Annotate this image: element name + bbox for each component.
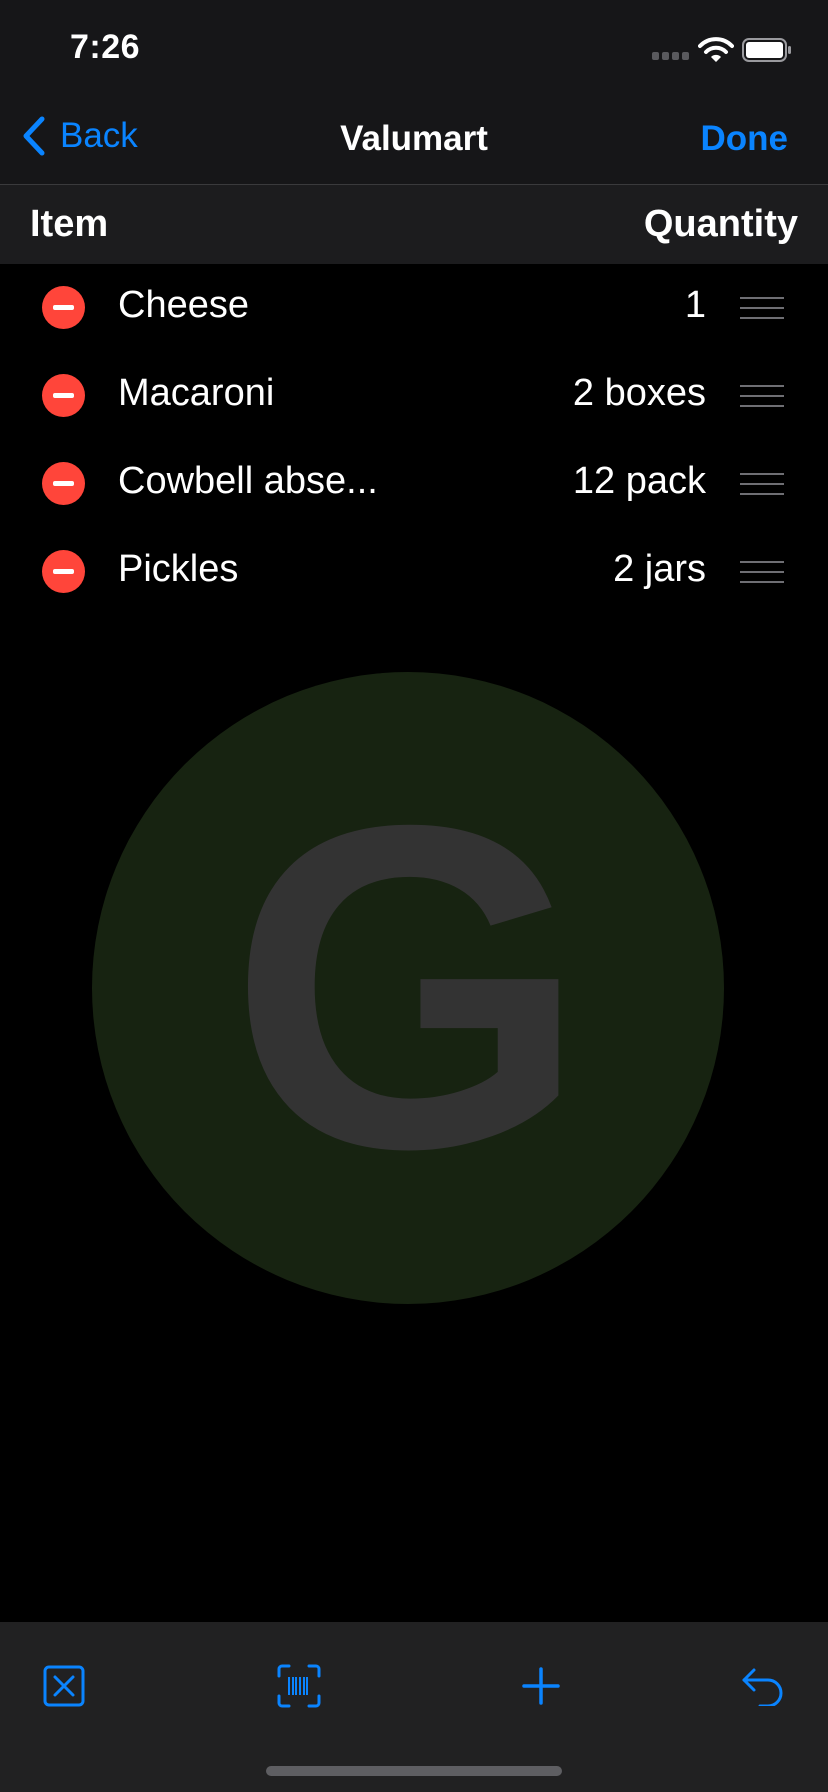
store-logo-watermark: G — [92, 672, 724, 1304]
item-name: Pickles — [118, 548, 239, 590]
clear-list-icon — [43, 1665, 85, 1707]
barcode-scan-icon — [277, 1664, 321, 1708]
item-quantity: 12 pack — [572, 460, 706, 502]
status-time: 7:26 — [70, 28, 141, 66]
cellular-signal-icon — [652, 52, 692, 62]
add-item-button[interactable] — [513, 1658, 569, 1714]
reorder-handle-icon[interactable] — [740, 561, 784, 583]
delete-icon[interactable] — [42, 550, 85, 593]
navigation-bar: Back Valumart Done — [0, 94, 828, 185]
add-icon — [522, 1667, 560, 1705]
item-name: Cheese — [118, 284, 249, 326]
scan-barcode-button[interactable] — [271, 1658, 327, 1714]
battery-icon — [742, 38, 792, 62]
item-name: Cowbell abse... — [118, 460, 378, 502]
home-indicator[interactable] — [266, 1766, 562, 1776]
column-header-quantity: Quantity — [643, 203, 798, 245]
done-button[interactable]: Done — [701, 119, 789, 159]
list-item[interactable]: Macaroni 2 boxes — [0, 352, 828, 440]
reorder-handle-icon[interactable] — [740, 473, 784, 495]
wifi-icon — [698, 36, 734, 64]
item-quantity: 2 boxes — [572, 372, 706, 414]
delete-icon[interactable] — [42, 286, 85, 329]
reorder-handle-icon[interactable] — [740, 385, 784, 407]
list-item[interactable]: Cheese 1 — [0, 264, 828, 352]
store-logo-letter: G — [229, 731, 587, 1244]
status-bar: 7:26 — [0, 0, 828, 94]
list-item[interactable]: Pickles 2 jars — [0, 528, 828, 616]
undo-icon — [742, 1668, 783, 1706]
delete-icon[interactable] — [42, 374, 85, 417]
column-header: Item Quantity — [0, 185, 828, 264]
list-item[interactable]: Cowbell abse... 12 pack — [0, 440, 828, 528]
undo-button[interactable] — [735, 1658, 791, 1714]
clear-list-button[interactable] — [36, 1658, 92, 1714]
item-quantity: 1 — [684, 284, 706, 326]
column-header-item: Item — [30, 203, 109, 245]
item-quantity: 2 jars — [613, 548, 706, 590]
item-list: Cheese 1 Macaroni 2 boxes Cowbell abse..… — [0, 264, 828, 616]
reorder-handle-icon[interactable] — [740, 297, 784, 319]
item-name: Macaroni — [118, 372, 275, 414]
delete-icon[interactable] — [42, 462, 85, 505]
